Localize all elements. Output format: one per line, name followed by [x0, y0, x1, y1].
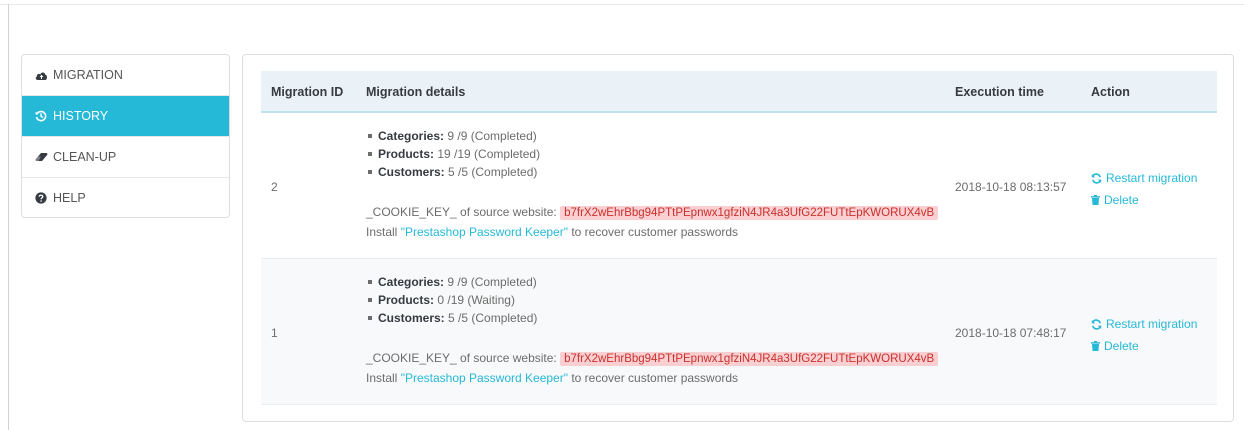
stat-categories: Categories: 9 /9 (Completed)	[366, 273, 946, 291]
header-execution-time: Execution time	[955, 85, 1044, 99]
table-row: 2 Categories: 9 /9 (Completed) Products:…	[261, 113, 1217, 259]
cookie-key-line: _COOKIE_KEY_ of source website: b7frX2wE…	[366, 349, 939, 368]
header-action: Action	[1091, 85, 1130, 99]
migration-id: 1	[271, 326, 278, 340]
left-divider	[8, 4, 9, 430]
sidebar-nav: MIGRATION HISTORY CLEAN-UP HELP	[21, 54, 230, 218]
cookie-key-line: _COOKIE_KEY_ of source website: b7frX2wE…	[366, 203, 939, 222]
eraser-icon	[34, 150, 48, 164]
install-hint: Install "Prestashop Password Keeper" to …	[366, 225, 739, 239]
sidebar-item-migration[interactable]: MIGRATION	[22, 55, 229, 96]
history-table: Migration ID Migration details Execution…	[261, 71, 1217, 405]
cookie-key-value: b7frX2wEhrBbg94PTtPEpnwx1gfziN4JR4a3UfG2…	[560, 206, 939, 220]
history-panel: Migration ID Migration details Execution…	[242, 54, 1234, 422]
sidebar-item-history[interactable]: HISTORY	[22, 96, 229, 137]
sidebar-item-label: HELP	[53, 190, 86, 205]
refresh-icon	[1091, 318, 1102, 330]
install-hint: Install "Prestashop Password Keeper" to …	[366, 371, 739, 385]
row-actions: Restart migration Delete	[1091, 169, 1197, 213]
stat-products: Products: 19 /19 (Completed)	[366, 145, 946, 163]
table-header: Migration ID Migration details Execution…	[261, 71, 1217, 113]
password-keeper-link[interactable]: "Prestashop Password Keeper"	[401, 371, 568, 385]
cloud-upload-icon	[34, 68, 48, 82]
migration-stats: Categories: 9 /9 (Completed) Products: 1…	[366, 127, 946, 181]
execution-time: 2018-10-18 08:13:57	[955, 180, 1067, 194]
sidebar-item-label: HISTORY	[53, 109, 109, 123]
sidebar-item-help[interactable]: HELP	[22, 178, 229, 217]
table-row: 1 Categories: 9 /9 (Completed) Products:…	[261, 259, 1217, 405]
header-migration-id: Migration ID	[271, 85, 344, 99]
sidebar-item-label: MIGRATION	[53, 68, 123, 82]
cookie-key-value: b7frX2wEhrBbg94PTtPEpnwx1gfziN4JR4a3UfG2…	[560, 352, 939, 366]
sidebar-item-clean-up[interactable]: CLEAN-UP	[22, 137, 229, 178]
stat-categories: Categories: 9 /9 (Completed)	[366, 127, 946, 145]
stat-products: Products: 0 /19 (Waiting)	[366, 291, 946, 309]
cookie-key-label: _COOKIE_KEY_ of source website:	[366, 351, 557, 365]
restart-migration-button[interactable]: Restart migration	[1091, 169, 1197, 187]
stat-customers: Customers: 5 /5 (Completed)	[366, 163, 946, 181]
history-icon	[34, 109, 48, 123]
restart-migration-button[interactable]: Restart migration	[1091, 315, 1197, 333]
row-actions: Restart migration Delete	[1091, 315, 1197, 359]
top-divider	[0, 4, 1244, 5]
execution-time: 2018-10-18 07:48:17	[955, 326, 1067, 340]
header-migration-details: Migration details	[366, 85, 466, 99]
cookie-key-label: _COOKIE_KEY_ of source website:	[366, 205, 557, 219]
refresh-icon	[1091, 172, 1102, 184]
delete-button[interactable]: Delete	[1091, 191, 1197, 209]
migration-details: Categories: 9 /9 (Completed) Products: 1…	[366, 127, 946, 239]
delete-button[interactable]: Delete	[1091, 337, 1197, 355]
migration-id: 2	[271, 180, 278, 194]
password-keeper-link[interactable]: "Prestashop Password Keeper"	[401, 225, 568, 239]
migration-details: Categories: 9 /9 (Completed) Products: 0…	[366, 273, 946, 385]
migration-stats: Categories: 9 /9 (Completed) Products: 0…	[366, 273, 946, 327]
trash-icon	[1091, 195, 1100, 205]
trash-icon	[1091, 341, 1100, 351]
sidebar-item-label: CLEAN-UP	[53, 150, 117, 164]
stat-customers: Customers: 5 /5 (Completed)	[366, 309, 946, 327]
question-circle-icon	[34, 191, 48, 205]
